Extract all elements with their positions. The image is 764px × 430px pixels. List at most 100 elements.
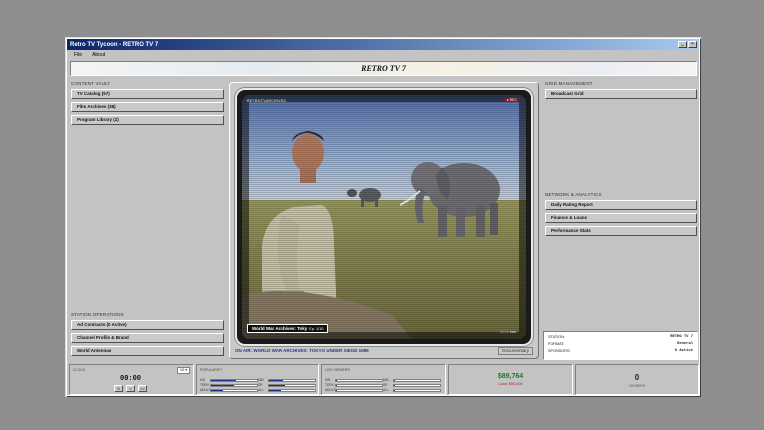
live-viewers-label: ADULT (325, 388, 336, 392)
menu-file[interactable]: File (74, 52, 82, 58)
loan-amount: Loan: $50,000 (498, 382, 523, 386)
finance-loans-button[interactable]: Finance & Loans (545, 213, 697, 223)
on-air-text: ON AIR: WORLD WAR ARCHIVES: TOKYO UNDER … (235, 348, 369, 353)
viewer-count-label: VIEWERS (628, 384, 646, 388)
rec-badge: ● REC (503, 98, 520, 102)
viewer-count: 0 (634, 373, 640, 382)
fast-forward-button[interactable]: >> (138, 385, 147, 392)
live-viewers-row: ADULT (325, 388, 383, 392)
live-viewers-label: TEEN (325, 383, 334, 387)
close-button[interactable]: × (688, 41, 697, 48)
live-viewers-bar-fill (336, 384, 337, 386)
cash-balance: $89,764 (497, 373, 524, 380)
popularity-label: TEEN (200, 383, 209, 387)
broadcast-grid-button[interactable]: Broadcast Grid (545, 89, 697, 99)
daily-rating-report-button[interactable]: Daily Rating Report (545, 200, 697, 210)
pause-button[interactable]: II (114, 385, 123, 392)
live-viewers-label: LIVE VIEWERS (325, 368, 350, 372)
ad-contracts-button[interactable]: Ad Contracts (0 Active) (71, 320, 224, 330)
live-viewers-row: SR (383, 383, 441, 387)
popularity-label: POPULARITY (200, 368, 223, 372)
viewer-count-panel: 0 VIEWERS (575, 364, 699, 395)
channel-profile-button[interactable]: Channel Profile & Brand (71, 333, 224, 343)
info-row-station: STATION: RETRO TV 7 (548, 335, 693, 339)
live-viewers-row: MID (383, 378, 441, 382)
popularity-bar-fill (211, 389, 223, 391)
station-banner: RETRO TV 7 (70, 61, 697, 76)
popularity-bar (210, 383, 258, 387)
live-viewers-row: KID (325, 378, 383, 382)
app-window: Retro TV Tycoon - RETRO TV 7 _ × File Ab… (66, 38, 700, 396)
tv-catalog-button[interactable]: TV Catalog (57) (71, 89, 224, 99)
tv-screen[interactable]: RETROTVARCHIVES ● REC World War Archives… (242, 95, 526, 339)
popularity-row: ADULT (200, 388, 258, 392)
popularity-label: ADULT (200, 388, 211, 392)
money-panel: $89,764 Loan: $50,000 (448, 364, 573, 395)
live-viewers-label: MID (383, 378, 389, 382)
live-viewers-bar (393, 388, 441, 392)
live-viewers-bar (335, 378, 383, 382)
popularity-label: MID (258, 378, 264, 382)
performance-stats-button[interactable]: Performance Stats (545, 226, 697, 236)
live-viewers-label: ALL (383, 388, 389, 392)
tv-bezel: RETROTVARCHIVES ● REC World War Archives… (235, 88, 533, 346)
popularity-panel: POPULARITY KID TEEN ADULT MID SR ALL (196, 364, 319, 395)
popularity-label: SR (258, 383, 263, 387)
channel-logo: RETROTVARCHIVES (247, 99, 287, 103)
title-bar[interactable]: Retro TV Tycoon - RETRO TV 7 _ × (67, 39, 699, 50)
popularity-bar-fill (269, 379, 283, 381)
content-vault-label: CONTENT VAULT (71, 81, 111, 86)
popularity-row: SR (258, 383, 316, 387)
tv-set: RETROTVARCHIVES ● REC World War Archives… (229, 82, 539, 359)
film-archives-button[interactable]: Film Archives (38) (71, 102, 224, 112)
live-viewers-bar-fill (394, 389, 395, 391)
popularity-bar (268, 378, 316, 382)
live-viewers-row: TEEN (325, 383, 383, 387)
popularity-bar (210, 378, 258, 382)
broadcast-image (242, 95, 526, 339)
popularity-row: KID (200, 378, 258, 382)
speed-select[interactable]: 1X ▾ (177, 367, 190, 374)
info-row-sponsors: SPONSORS: 0 Active (548, 349, 693, 353)
live-viewers-bar-fill (394, 384, 395, 386)
live-viewers-row: ALL (383, 388, 441, 392)
live-viewers-panel: LIVE VIEWERS KID TEEN ADULT MID SR ALL (321, 364, 446, 395)
live-viewers-label: KID (325, 378, 331, 382)
game-clock: 00:00 (120, 375, 142, 383)
play-button[interactable]: > (126, 385, 135, 392)
popularity-bar-fill (269, 389, 281, 391)
popularity-row: ALL (258, 388, 316, 392)
popularity-label: ALL (258, 388, 264, 392)
live-viewers-bar (393, 383, 441, 387)
popularity-row: MID (258, 378, 316, 382)
live-viewers-bar-fill (336, 379, 337, 381)
popularity-bar-fill (211, 379, 237, 381)
live-viewers-bar (335, 388, 383, 392)
popularity-bar (210, 388, 258, 392)
live-viewers-bar-fill (336, 389, 337, 391)
genre-badge: Documentary (498, 347, 533, 355)
clock-panel: CLOCK 1X ▾ 00:00 II > >> (69, 364, 194, 395)
network-analytics-label: NETWORK & ANALYTICS (545, 192, 602, 197)
status-bar: CLOCK 1X ▾ 00:00 II > >> POPULARITY KID T… (69, 364, 699, 395)
timecode: 00:01 ■■■ (499, 330, 516, 334)
station-ops-label: STATION OPERATIONS (71, 312, 124, 317)
popularity-bar-fill (269, 384, 286, 386)
live-viewers-bar (393, 378, 441, 382)
popularity-label: KID (200, 378, 206, 382)
menu-about[interactable]: About (92, 52, 105, 58)
popularity-row: TEEN (200, 383, 258, 387)
live-viewers-bar-fill (394, 379, 395, 381)
clock-label: CLOCK (73, 368, 86, 372)
grid-management-label: GRID MANAGEMENT (545, 81, 593, 86)
program-library-button[interactable]: Program Library (2) (71, 115, 224, 125)
popularity-bar (268, 383, 316, 387)
live-viewers-label: SR (383, 383, 388, 387)
live-viewers-bar (335, 383, 383, 387)
world-antennas-button[interactable]: World Antennas (71, 346, 224, 356)
minimize-button[interactable]: _ (678, 41, 687, 48)
popularity-bar (268, 388, 316, 392)
info-row-format: FORMAT: General (548, 342, 693, 346)
popularity-bar-fill (211, 384, 234, 386)
caption-title: World War Archives: Toky (252, 326, 308, 331)
